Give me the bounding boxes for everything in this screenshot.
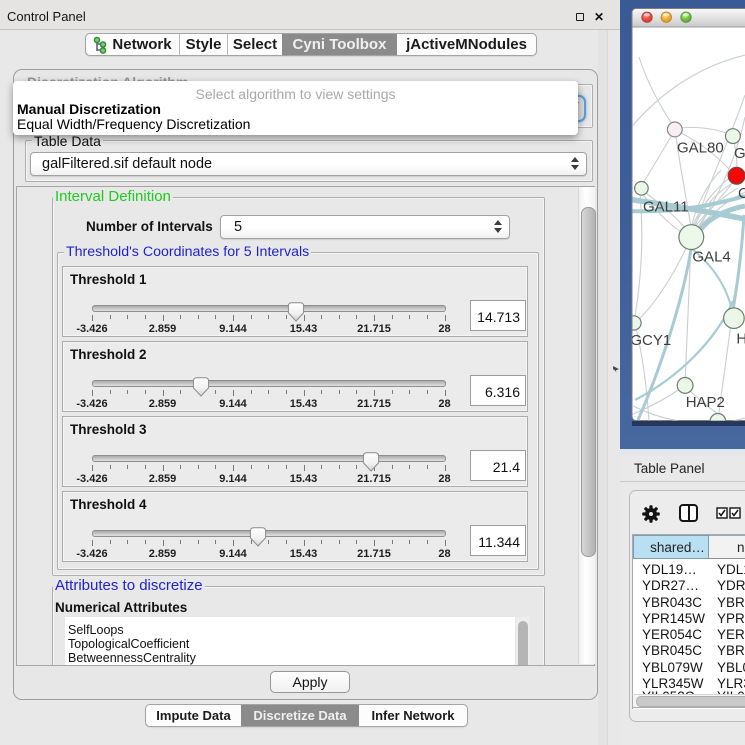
- svg-text:HAP2: HAP2: [686, 394, 725, 411]
- svg-text:GAL80: GAL80: [677, 140, 724, 157]
- svg-text:GCY1: GCY1: [630, 332, 671, 349]
- svg-text:GAL4: GAL4: [692, 249, 730, 266]
- svg-text:C: C: [738, 185, 745, 202]
- svg-text:GAL11: GAL11: [643, 199, 689, 216]
- svg-text:H: H: [736, 331, 745, 348]
- svg-text:GA: GA: [734, 145, 745, 162]
